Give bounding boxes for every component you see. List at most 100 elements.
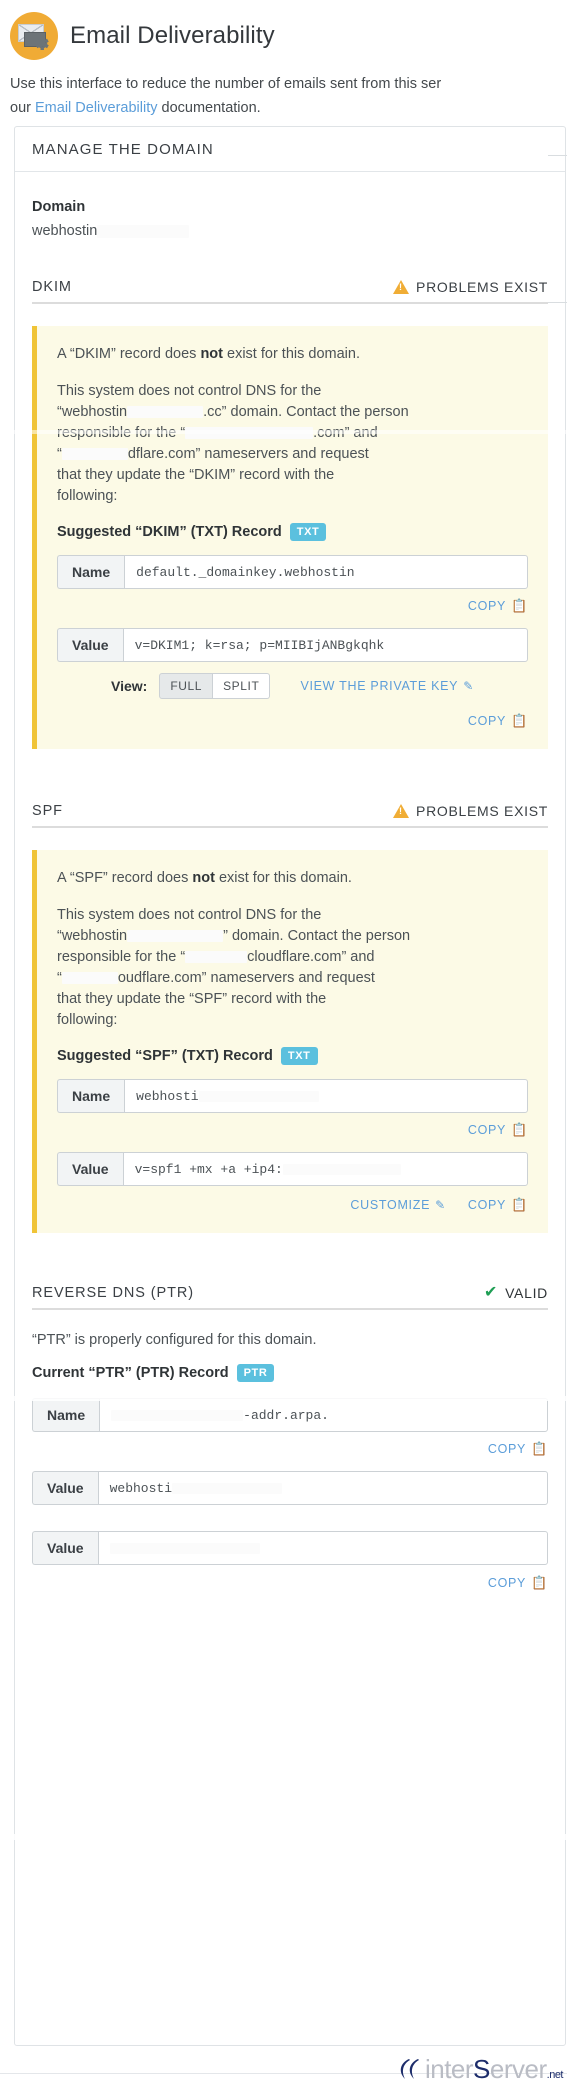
edge-rule-stub — [548, 302, 567, 303]
email-deliverability-page: Email Deliverability Use this interface … — [0, 0, 567, 2099]
dkim-value-input-group: Value v=DKIM1; k=rsa; p=MIIBIjANBgkqhk — [57, 628, 528, 662]
dkim-section: DKIM PROBLEMS EXIST A “DKIM” record does… — [32, 279, 548, 749]
spf-customize-button[interactable]: CUSTOMIZE ✎ — [350, 1198, 445, 1212]
dkim-value-label: Value — [57, 628, 123, 662]
ptr-value-label: Value — [32, 1471, 98, 1505]
intro-line-2-prefix: our — [10, 100, 35, 116]
spf-status: PROBLEMS EXIST — [393, 803, 548, 819]
copy-icon: 📋 — [511, 598, 528, 613]
page-title: Email Deliverability — [70, 22, 275, 49]
spf-explanation: This system does not control DNS for the… — [57, 905, 528, 1031]
intro-text: Use this interface to reduce the number … — [10, 72, 567, 120]
ptr-section: REVERSE DNS (PTR) ✔ VALID “PTR” is prope… — [32, 1285, 548, 1591]
redacted-block — [172, 1482, 283, 1494]
copy-label: COPY — [467, 714, 507, 728]
spf-para-2-post: ” domain. Contact the person — [223, 928, 411, 944]
ptr-value-input[interactable]: webhosti — [97, 1471, 548, 1505]
redacted-block — [61, 448, 128, 461]
spf-value-input[interactable]: v=spf1 +mx +a +ip4: — [122, 1152, 528, 1186]
txt-record-badge: TXT — [280, 1047, 318, 1065]
dkim-para-3-pre: responsible for the “ — [57, 425, 186, 441]
ptr-name-input[interactable]: -addr.arpa. — [99, 1398, 548, 1432]
ptr-value-value-text: webhosti — [109, 1480, 173, 1496]
dkim-view-split-button[interactable]: SPLIT — [213, 673, 271, 699]
view-label: View: — [111, 678, 148, 694]
warning-triangle-icon — [393, 804, 410, 818]
pencil-icon: ✎ — [463, 679, 474, 693]
panel-title: MANAGE THE DOMAIN — [32, 140, 214, 158]
dkim-view-private-key-link[interactable]: VIEW THE PRIVATE KEY ✎ — [300, 679, 474, 693]
dkim-section-header: DKIM PROBLEMS EXIST — [32, 279, 548, 304]
spf-value-copy-button[interactable]: COPY 📋 — [468, 1197, 528, 1213]
spf-alert-pre: A “SPF” record does — [57, 870, 193, 886]
spf-value-input-group: Value v=spf1 +mx +a +ip4: — [57, 1152, 528, 1186]
dkim-value-copy-button[interactable]: COPY 📋 — [468, 713, 528, 729]
dkim-view-full-button[interactable]: FULL — [159, 673, 214, 699]
copy-icon: 📋 — [531, 1575, 548, 1590]
spf-name-copy-button[interactable]: COPY 📋 — [468, 1122, 528, 1138]
spf-section: SPF PROBLEMS EXIST A “SPF” record does n… — [32, 803, 548, 1233]
dkim-callout: A “DKIM” record does not exist for this … — [32, 326, 548, 749]
spf-callout: A “SPF” record does not exist for this d… — [32, 850, 548, 1233]
redacted-block — [127, 930, 224, 943]
ptr-value-label-2: Value — [32, 1531, 98, 1565]
logo-wordmark: interServer.net — [425, 2053, 564, 2085]
ptr-status: ✔ VALID — [484, 1285, 548, 1302]
spf-value-label: Value — [57, 1152, 123, 1186]
page-header: Email Deliverability — [10, 10, 550, 62]
redacted-block — [185, 951, 248, 964]
dkim-view-row: View: FULL SPLIT VIEW THE PRIVATE KEY ✎ — [57, 673, 528, 699]
ptr-section-header: REVERSE DNS (PTR) ✔ VALID — [32, 1285, 548, 1310]
dkim-alert: A “DKIM” record does not exist for this … — [57, 344, 528, 365]
spf-alert: A “SPF” record does not exist for this d… — [57, 868, 528, 889]
chevron-logo-icon — [400, 2059, 419, 2079]
dkim-name-input[interactable]: default._domainkey.webhostin — [124, 555, 528, 589]
domain-label: Domain — [32, 199, 86, 215]
ptr-value-copy-row: COPY 📋 — [32, 1575, 548, 1591]
dkim-value-input[interactable]: v=DKIM1; k=rsa; p=MIIBIjANBgkqhk — [122, 628, 528, 662]
interserver-logo: interServer.net — [363, 2052, 564, 2086]
dkim-alert-pre: A “DKIM” record does — [57, 346, 201, 362]
spf-value-actions-row: CUSTOMIZE ✎ COPY 📋 — [57, 1197, 528, 1213]
spf-suggested-label-row: Suggested “SPF” (TXT) Record TXT — [57, 1047, 528, 1065]
redacted-block — [109, 1542, 260, 1554]
dkim-alert-bold: not — [200, 346, 223, 362]
redacted-block — [127, 406, 204, 419]
redacted-block — [198, 1090, 319, 1102]
dkim-name-copy-row: COPY 📋 — [57, 598, 528, 614]
ptr-name-input-group: Name -addr.arpa. — [32, 1398, 548, 1432]
dkim-name-copy-button[interactable]: COPY 📋 — [468, 598, 528, 614]
ptr-value-input-2[interactable] — [97, 1531, 548, 1565]
copy-label: COPY — [467, 1123, 507, 1137]
logo-text-part-2: erver — [489, 2053, 547, 2084]
ptr-value-input-group: Value webhosti — [32, 1471, 548, 1505]
ptr-name-copy-button[interactable]: COPY 📋 — [488, 1441, 548, 1457]
dkim-value-copy-row: COPY 📋 — [57, 713, 528, 729]
dkim-para-4-mid: dflare.com” nameservers and request — [127, 446, 369, 462]
redacted-block — [282, 1163, 401, 1175]
redacted-block — [111, 1409, 244, 1421]
copy-label: COPY — [467, 599, 507, 613]
spf-alert-post: exist for this domain. — [214, 870, 352, 886]
spf-name-input[interactable]: webhosti — [124, 1079, 528, 1113]
copy-label: COPY — [487, 1442, 527, 1456]
warning-triangle-icon — [393, 280, 410, 294]
ptr-current-label-row: Current “PTR” (PTR) Record PTR — [32, 1364, 548, 1382]
edge-rule-stub — [548, 155, 567, 156]
dkim-suggested-label-row: Suggested “DKIM” (TXT) Record TXT — [57, 523, 528, 541]
spf-section-header: SPF PROBLEMS EXIST — [32, 803, 548, 828]
intro-line-2-suffix: documentation. — [157, 100, 261, 116]
manage-domain-panel: MANAGE THE DOMAIN Domain webhostin DKIM … — [14, 126, 566, 2046]
dkim-name-input-group: Name default._domainkey.webhostin — [57, 555, 528, 589]
dkim-suggested-label: Suggested “DKIM” (TXT) Record — [57, 524, 282, 540]
domain-value: webhostin — [32, 223, 548, 239]
email-deliverability-doc-link[interactable]: Email Deliverability — [35, 100, 157, 116]
domain-value-text: webhostin — [32, 223, 98, 239]
copy-label: COPY — [467, 1198, 507, 1212]
ptr-status-text: VALID — [505, 1285, 548, 1301]
ptr-name-copy-row: COPY 📋 — [32, 1441, 548, 1457]
dkim-view-toggle: FULL SPLIT — [159, 673, 271, 699]
ptr-value-copy-button[interactable]: COPY 📋 — [488, 1575, 548, 1591]
spf-para-3-pre: responsible for the “ — [57, 949, 186, 965]
dkim-alert-post: exist for this domain. — [222, 346, 360, 362]
